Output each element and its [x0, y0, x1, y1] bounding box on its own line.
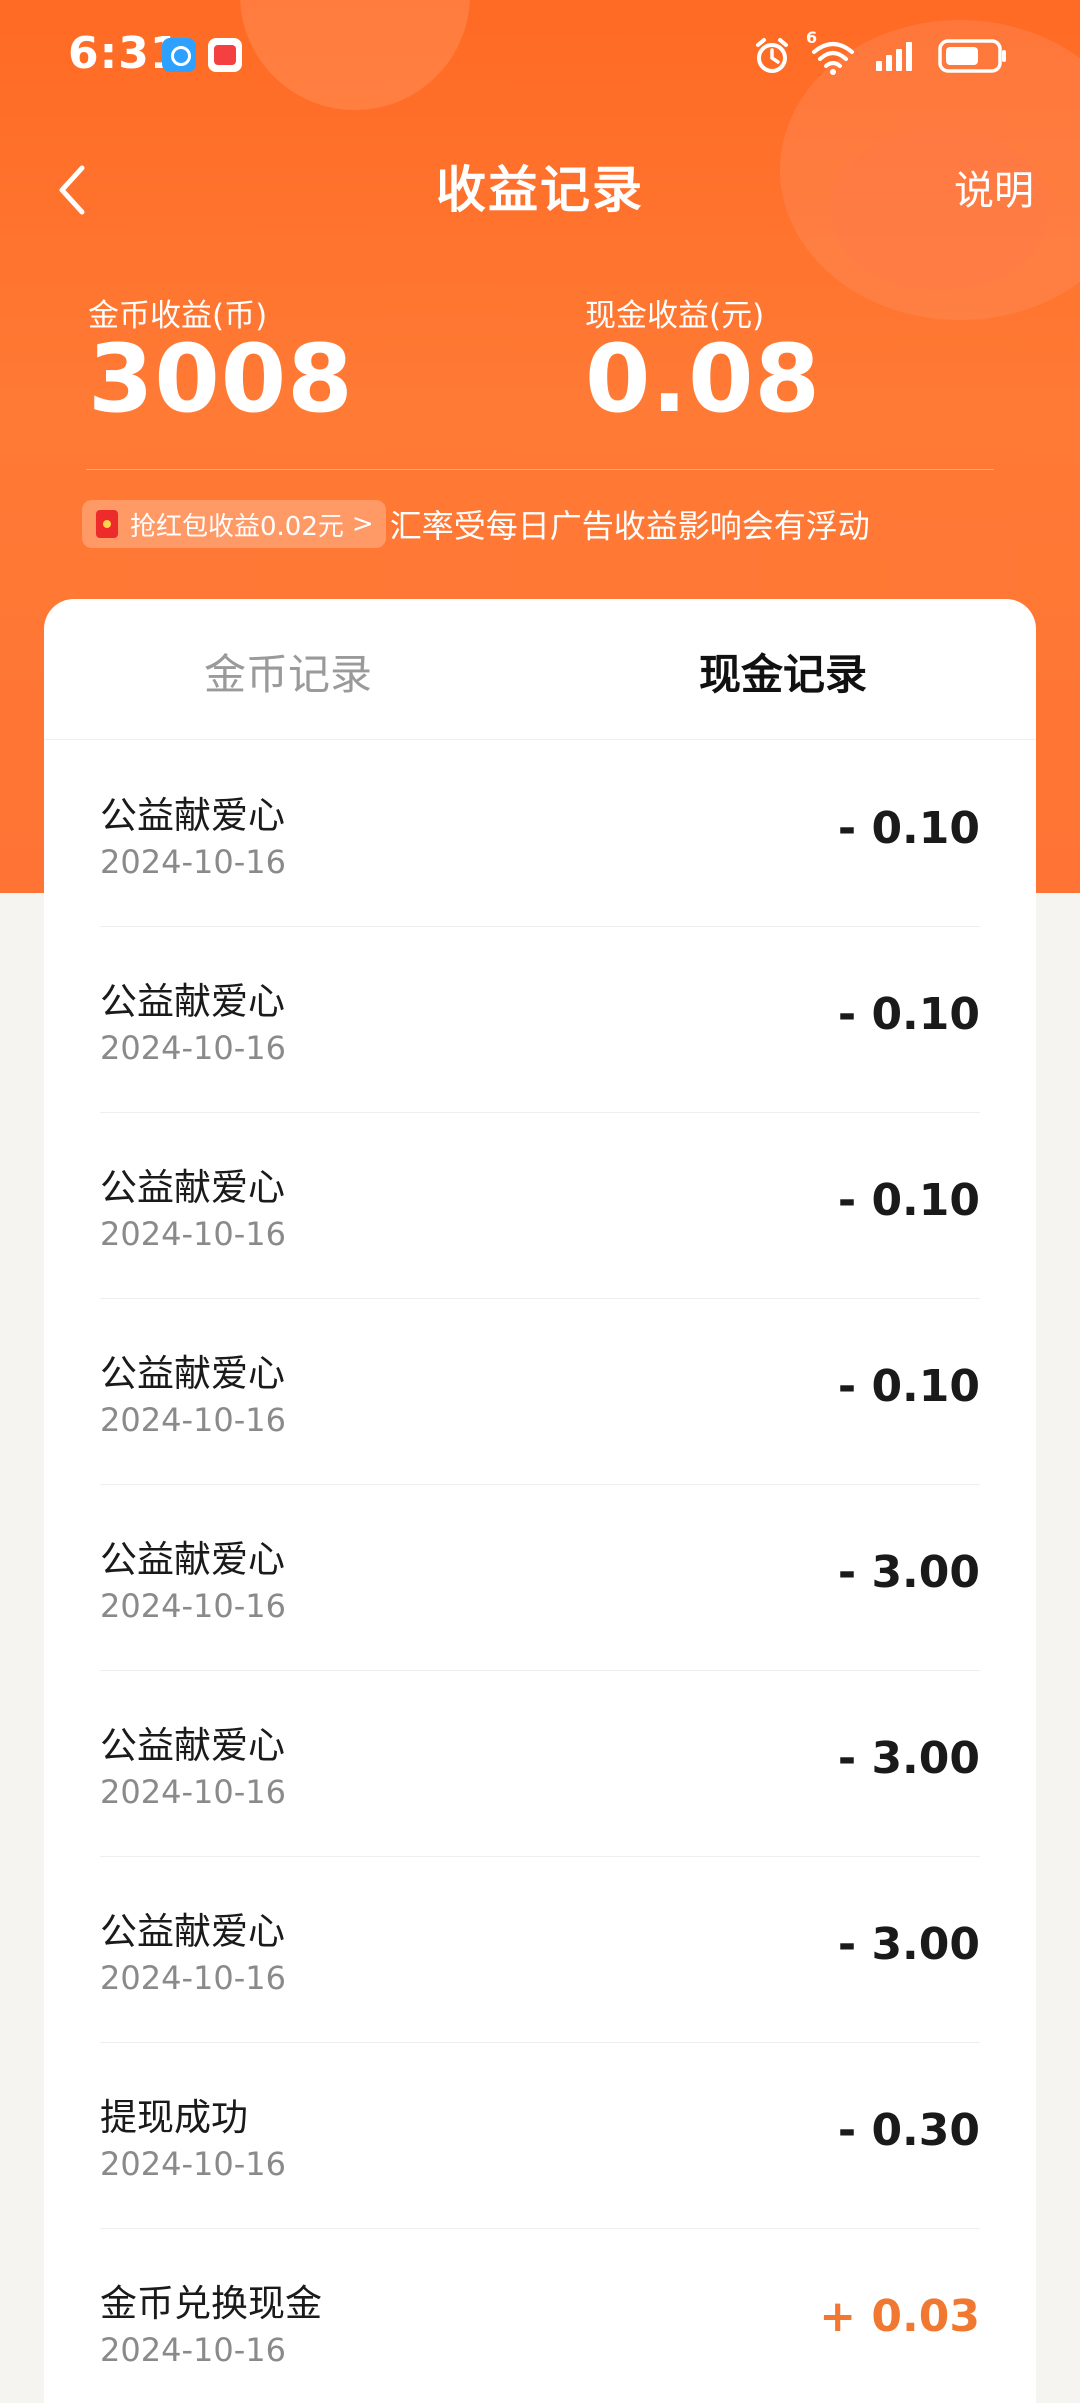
list-item[interactable]: 公益献爱心 2024-10-16 - 3.00: [100, 1671, 980, 1857]
red-packet-icon: [96, 510, 118, 538]
record-amount: + 0.03: [819, 2291, 980, 2342]
list-item[interactable]: 公益献爱心 2024-10-16 - 0.10: [100, 1113, 980, 1299]
record-title: 公益献爱心: [100, 1352, 285, 1395]
list-item[interactable]: 金币兑换现金 2024-10-16 + 0.03: [100, 2229, 980, 2403]
list-item[interactable]: 公益献爱心 2024-10-16 - 0.10: [100, 741, 980, 927]
record-date: 2024-10-16: [100, 1029, 286, 1067]
record-amount: - 0.10: [837, 1361, 980, 1412]
network-badge: 6: [806, 28, 818, 47]
tip-row: 抢红包收益0.02元 > 汇率受每日广告收益影响会有浮动: [82, 500, 870, 548]
record-title: 金币兑换现金: [100, 2282, 322, 2325]
record-amount: - 3.00: [837, 1919, 980, 1970]
signal-icon: [874, 39, 920, 73]
alarm-icon: [752, 36, 792, 76]
red-packet-earnings-chip[interactable]: 抢红包收益0.02元 >: [82, 500, 386, 548]
records-card: 金币记录 现金记录 公益献爱心 2024-10-16 - 0.10 公益献爱心 …: [44, 599, 1036, 2403]
list-item[interactable]: 提现成功 2024-10-16 - 0.30: [100, 2043, 980, 2229]
record-date: 2024-10-16: [100, 1401, 286, 1439]
list-item[interactable]: 公益献爱心 2024-10-16 - 3.00: [100, 1857, 980, 2043]
record-title: 公益献爱心: [100, 1910, 285, 1953]
record-title: 公益献爱心: [100, 1724, 285, 1767]
record-amount: - 0.10: [837, 803, 980, 854]
explain-button[interactable]: 说明: [954, 158, 1034, 216]
list-item[interactable]: 公益献爱心 2024-10-16 - 0.10: [100, 1299, 980, 1485]
record-amount: - 3.00: [837, 1547, 980, 1598]
record-date: 2024-10-16: [100, 2145, 286, 2183]
exchange-rate-note: 汇率受每日广告收益影响会有浮动: [389, 507, 870, 545]
mail-app-icon: [208, 38, 242, 72]
record-amount: - 0.30: [837, 2105, 980, 2156]
summary-divider: [86, 469, 994, 470]
record-title: 提现成功: [100, 2096, 248, 2139]
search-app-icon: [162, 38, 196, 72]
record-date: 2024-10-16: [100, 1215, 286, 1253]
cash-earnings-value: 0.08: [585, 325, 821, 434]
tab-coin-records[interactable]: 金币记录: [204, 641, 372, 702]
tab-cash-records[interactable]: 现金记录: [699, 641, 867, 702]
status-icons: 6: [752, 28, 1008, 76]
list-item[interactable]: 公益献爱心 2024-10-16 - 0.10: [100, 927, 980, 1113]
records-tabs: 金币记录 现金记录: [44, 599, 1036, 740]
record-amount: - 0.10: [837, 989, 980, 1040]
record-date: 2024-10-16: [100, 2331, 286, 2369]
record-title: 公益献爱心: [100, 1166, 285, 1209]
record-date: 2024-10-16: [100, 1773, 286, 1811]
wifi-icon: 6: [806, 28, 856, 76]
list-item[interactable]: 公益献爱心 2024-10-16 - 3.00: [100, 1485, 980, 1671]
chevron-right-icon: >: [351, 509, 374, 539]
record-date: 2024-10-16: [100, 1959, 286, 1997]
record-date: 2024-10-16: [100, 843, 286, 881]
record-title: 公益献爱心: [100, 980, 285, 1023]
cash-records-list: 公益献爱心 2024-10-16 - 0.10 公益献爱心 2024-10-16…: [100, 741, 980, 2403]
record-amount: - 0.10: [837, 1175, 980, 1226]
record-amount: - 3.00: [837, 1733, 980, 1784]
status-bar: 6:31 6: [0, 0, 1080, 110]
page-title: 收益记录: [436, 161, 644, 219]
battery-icon: [938, 38, 1008, 74]
coin-earnings-value: 3008: [88, 325, 354, 434]
red-packet-earnings-label: 抢红包收益0.02元: [130, 511, 344, 542]
record-title: 公益献爱心: [100, 794, 285, 837]
record-date: 2024-10-16: [100, 1587, 286, 1625]
record-title: 公益献爱心: [100, 1538, 285, 1581]
